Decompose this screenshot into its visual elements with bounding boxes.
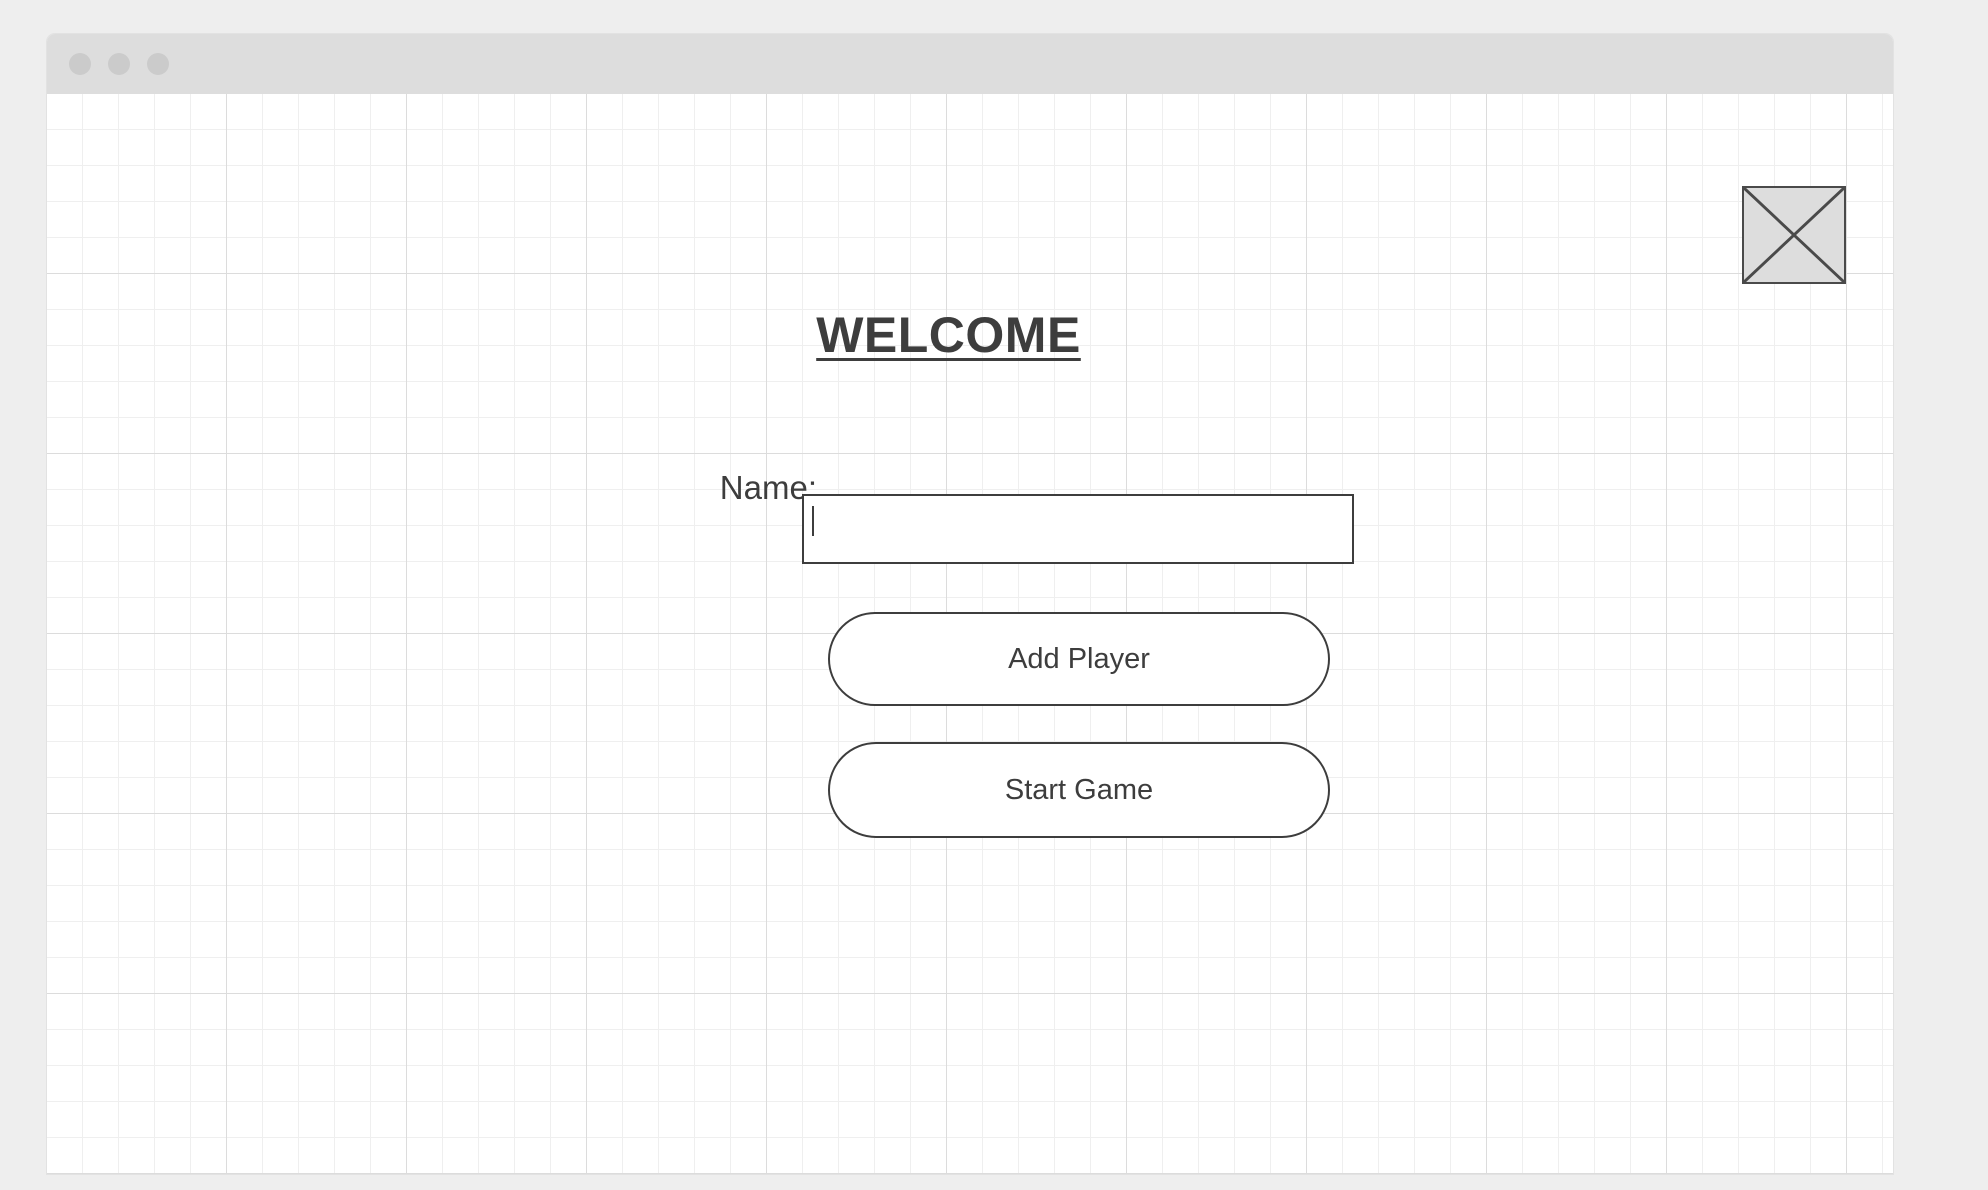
page-canvas: WELCOME Name: Add Player Start Game <box>47 94 1893 1174</box>
window-minimize-dot[interactable] <box>108 53 130 75</box>
page-title: WELCOME <box>816 307 1081 363</box>
browser-window: WELCOME Name: Add Player Start Game <box>47 34 1893 1174</box>
start-game-button[interactable]: Start Game <box>828 742 1330 838</box>
window-titlebar <box>47 34 1893 94</box>
name-input[interactable] <box>802 494 1354 564</box>
window-maximize-dot[interactable] <box>147 53 169 75</box>
text-cursor <box>812 506 814 536</box>
window-close-dot[interactable] <box>69 53 91 75</box>
add-player-button[interactable]: Add Player <box>828 612 1330 706</box>
image-placeholder-icon <box>1742 186 1846 284</box>
name-label: Name: <box>719 469 817 506</box>
